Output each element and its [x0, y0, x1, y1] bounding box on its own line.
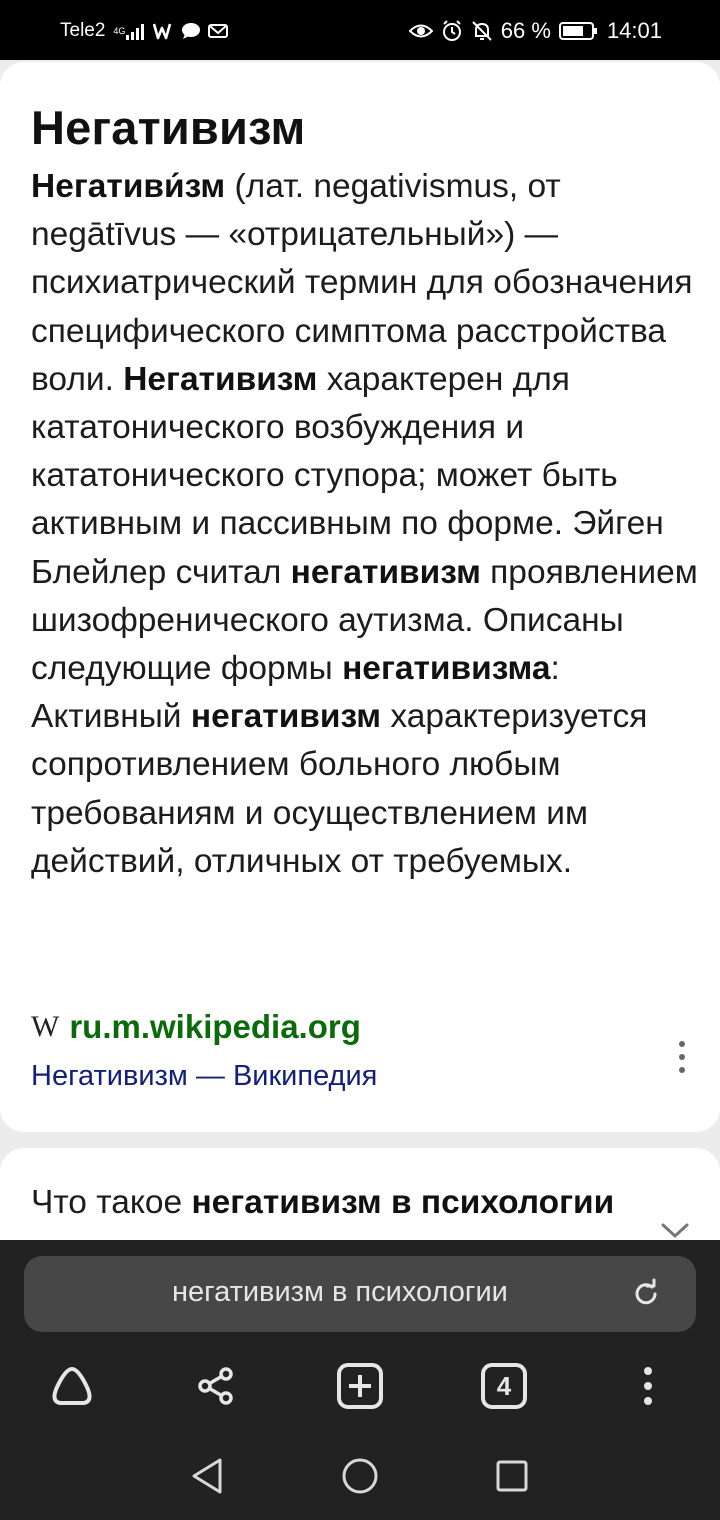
- wikipedia-logo-icon: W: [31, 1010, 60, 1043]
- back-icon[interactable]: [182, 1452, 230, 1500]
- carrier-name: Tele2: [60, 20, 106, 41]
- article-snippet: Негативи́зм (лат. negativismus, от negāt…: [31, 163, 699, 886]
- address-text[interactable]: негативизм в психологии: [172, 1276, 508, 1309]
- battery-percent: 66 %: [500, 18, 551, 43]
- snippet-bold-term: негативизм: [290, 553, 481, 591]
- browser-menu-icon[interactable]: [614, 1352, 682, 1420]
- address-bar[interactable]: негативизм в психологии: [24, 1256, 696, 1332]
- share-icon[interactable]: [182, 1352, 250, 1420]
- alice-assistant-icon[interactable]: [38, 1352, 106, 1420]
- status-right: 66 % 14:01: [408, 17, 662, 45]
- eye-comfort-icon: [408, 21, 433, 41]
- source-title-link[interactable]: Негативизм — Википедия: [31, 1060, 377, 1093]
- clock: 14:01: [606, 18, 662, 43]
- home-icon[interactable]: [336, 1452, 384, 1500]
- recents-icon[interactable]: [488, 1452, 536, 1500]
- status-left: Tele2 4G: [60, 17, 229, 45]
- tabs-count: 4: [496, 1370, 512, 1401]
- reload-icon[interactable]: [630, 1278, 662, 1315]
- browser-bottom-bar: негативизм в психологии 4: [0, 1240, 720, 1430]
- mail-icon: [207, 22, 229, 40]
- mute-bell-icon: [471, 20, 493, 42]
- browser-toolbar: 4: [0, 1352, 720, 1420]
- snippet-bold-term: Негативи́зм: [31, 168, 226, 205]
- page-title: Негативизм: [31, 101, 306, 154]
- signal-icon: 4G: [111, 22, 147, 40]
- network-type: 4G: [113, 25, 126, 36]
- source-domain[interactable]: ru.m.wikipedia.org: [69, 1008, 361, 1046]
- question-bold: негативизм в психологии: [191, 1184, 615, 1221]
- related-question-card[interactable]: Что такое негативизм в психологии: [0, 1148, 720, 1240]
- battery-icon: [558, 21, 599, 41]
- system-nav-bar: [0, 1430, 720, 1520]
- new-tab-icon[interactable]: [326, 1352, 394, 1420]
- chevron-down-icon[interactable]: [660, 1222, 690, 1240]
- search-results[interactable]: Негативизм Негативи́зм (лат. negativismu…: [0, 60, 720, 1240]
- status-bar: Tele2 4G 66 % 14:01: [0, 0, 720, 60]
- snippet-bold-term: Негативизм: [123, 360, 318, 398]
- app-w-icon: [153, 22, 175, 40]
- wiki-answer-card[interactable]: Негативизм Негативи́зм (лат. negativismu…: [0, 62, 720, 1132]
- question-prefix: Что такое: [31, 1184, 192, 1221]
- chat-icon: [181, 22, 201, 40]
- related-question-text[interactable]: Что такое негативизм в психологии: [31, 1184, 614, 1222]
- tabs-counter-button[interactable]: 4: [470, 1352, 538, 1420]
- alarm-icon: [441, 20, 463, 42]
- snippet-bold-term: негативизм: [190, 698, 382, 736]
- snippet-bold-term: негативизма: [342, 650, 551, 688]
- more-options-icon[interactable]: [668, 1037, 696, 1077]
- source-line[interactable]: W ru.m.wikipedia.org: [31, 1008, 361, 1046]
